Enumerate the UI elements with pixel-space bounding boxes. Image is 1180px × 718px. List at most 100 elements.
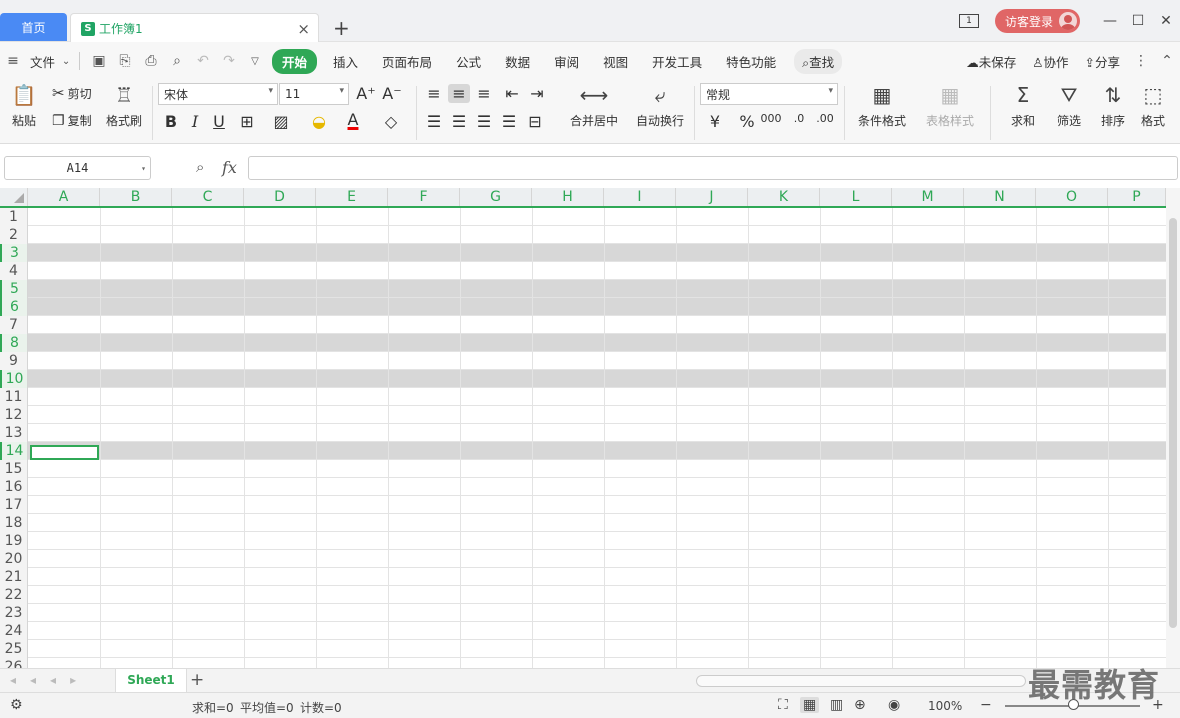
- column-header-c[interactable]: C: [172, 188, 244, 206]
- search-button[interactable]: ⌕查找: [794, 48, 843, 74]
- distributed-icon[interactable]: ⊟: [524, 112, 546, 131]
- tab-home[interactable]: 首页: [0, 13, 67, 41]
- close-window-icon[interactable]: ✕: [1152, 13, 1180, 29]
- column-header-d[interactable]: D: [244, 188, 316, 206]
- zoom-search-icon[interactable]: ⌕: [196, 158, 204, 176]
- row-header[interactable]: 14: [0, 442, 28, 460]
- menu-formula[interactable]: 公式: [444, 52, 493, 71]
- sum-button[interactable]: Σ 求和: [1004, 84, 1042, 129]
- table-row[interactable]: 1: [0, 208, 1166, 226]
- more-icon[interactable]: ⋮: [1128, 53, 1154, 69]
- copy-button[interactable]: ❐ 复制: [52, 112, 92, 129]
- row-header[interactable]: 26: [0, 658, 28, 668]
- table-row[interactable]: 15: [0, 460, 1166, 478]
- font-select[interactable]: 宋体 ▾: [158, 83, 278, 105]
- align-middle-icon[interactable]: ≡: [448, 84, 470, 103]
- row-header[interactable]: 8: [0, 334, 28, 352]
- clear-format-icon[interactable]: ◇: [380, 112, 402, 131]
- table-row[interactable]: 3: [0, 244, 1166, 262]
- fill-color-icon[interactable]: ◒: [308, 112, 330, 131]
- italic-button[interactable]: I: [184, 112, 206, 131]
- active-cell-a14[interactable]: [30, 445, 99, 460]
- table-row[interactable]: 22: [0, 586, 1166, 604]
- increase-font-icon[interactable]: A⁺: [355, 84, 377, 103]
- column-header-p[interactable]: P: [1108, 188, 1166, 206]
- menu-insert[interactable]: 插入: [321, 52, 370, 71]
- row-header[interactable]: 3: [0, 244, 28, 262]
- close-tab-icon[interactable]: ×: [297, 20, 310, 38]
- row-header[interactable]: 21: [0, 568, 28, 586]
- font-color-button[interactable]: A: [342, 110, 364, 129]
- column-header-h[interactable]: H: [532, 188, 604, 206]
- currency-button[interactable]: ¥: [704, 112, 726, 131]
- zoom-level[interactable]: 100%: [928, 699, 962, 713]
- print-icon[interactable]: ⎙: [138, 53, 164, 69]
- page-layout-view-icon[interactable]: ▥: [830, 697, 843, 713]
- minimize-icon[interactable]: —: [1096, 13, 1124, 29]
- table-row[interactable]: 14: [0, 442, 1166, 460]
- menu-review[interactable]: 审阅: [542, 52, 591, 71]
- collapse-ribbon-icon[interactable]: ⌃: [1154, 53, 1180, 69]
- cell-grid[interactable]: 26 25 24 23 22 21 20 19 18 17 16 15 14 13 12 11 10 9 8 7 6 5 4…: [0, 188, 1166, 668]
- indent-decrease-icon[interactable]: ⇤: [501, 84, 523, 103]
- row-header[interactable]: 6: [0, 298, 28, 316]
- hamburger-icon[interactable]: ≡: [0, 53, 26, 69]
- page-break-view-icon[interactable]: ⊕: [854, 697, 866, 713]
- name-box[interactable]: A14 ▾: [4, 156, 151, 180]
- menu-developer[interactable]: 开发工具: [640, 52, 714, 71]
- customize-icon[interactable]: ▽: [242, 56, 268, 67]
- add-sheet-button[interactable]: +: [190, 670, 204, 690]
- table-row[interactable]: 19: [0, 532, 1166, 550]
- table-row[interactable]: 6: [0, 298, 1166, 316]
- table-row[interactable]: 20: [0, 550, 1166, 568]
- column-header-o[interactable]: O: [1036, 188, 1108, 206]
- row-header[interactable]: 7: [0, 316, 28, 334]
- number-format-select[interactable]: 常规 ▾: [700, 83, 838, 105]
- row-header[interactable]: 22: [0, 586, 28, 604]
- align-bottom-icon[interactable]: ≡: [473, 84, 495, 103]
- percent-button[interactable]: %: [736, 112, 758, 131]
- menu-data[interactable]: 数据: [493, 52, 542, 71]
- tab-workbook[interactable]: S 工作簿1 ×: [70, 13, 319, 43]
- table-row[interactable]: 5: [0, 280, 1166, 298]
- align-center-icon[interactable]: ☰: [448, 112, 470, 131]
- undo-icon[interactable]: ↶: [190, 53, 216, 69]
- decrease-decimal-icon[interactable]: .00: [814, 112, 836, 125]
- table-row[interactable]: 13: [0, 424, 1166, 442]
- eye-protection-icon[interactable]: ◉: [888, 697, 900, 713]
- table-row[interactable]: 21: [0, 568, 1166, 586]
- share-button[interactable]: ⇪分享: [1077, 52, 1129, 71]
- table-row[interactable]: 17: [0, 496, 1166, 514]
- menu-view[interactable]: 视图: [591, 52, 640, 71]
- row-header[interactable]: 1: [0, 208, 28, 226]
- table-row[interactable]: 4: [0, 262, 1166, 280]
- menu-page-layout[interactable]: 页面布局: [370, 52, 444, 71]
- vertical-scrollbar[interactable]: [1166, 188, 1180, 668]
- new-tab-button[interactable]: +: [333, 16, 350, 40]
- collaborate-button[interactable]: ♙协作: [1024, 52, 1076, 71]
- underline-button[interactable]: U: [208, 112, 230, 131]
- align-right-icon[interactable]: ☰: [473, 112, 495, 131]
- table-row[interactable]: 16: [0, 478, 1166, 496]
- merge-center-button[interactable]: ⟷ 合并居中: [562, 84, 626, 129]
- macro-icon[interactable]: ⚙: [10, 697, 23, 713]
- row-header[interactable]: 25: [0, 640, 28, 658]
- table-row[interactable]: 8: [0, 334, 1166, 352]
- row-header[interactable]: 24: [0, 622, 28, 640]
- table-row[interactable]: 2: [0, 226, 1166, 244]
- table-row[interactable]: 25: [0, 640, 1166, 658]
- sort-button[interactable]: ⇅ 排序: [1094, 84, 1132, 129]
- row-header[interactable]: 5: [0, 280, 28, 298]
- zoom-out-icon[interactable]: −: [980, 697, 992, 713]
- justify-icon[interactable]: ☰: [498, 112, 520, 131]
- table-row[interactable]: 26: [0, 658, 1166, 668]
- table-row[interactable]: 9: [0, 352, 1166, 370]
- print-preview-icon[interactable]: ⌕: [164, 53, 190, 69]
- redo-icon[interactable]: ↷: [216, 53, 242, 69]
- menu-file[interactable]: 文件: [26, 52, 59, 71]
- column-header-n[interactable]: N: [964, 188, 1036, 206]
- formula-input[interactable]: [248, 156, 1178, 180]
- column-header-m[interactable]: M: [892, 188, 964, 206]
- sheet-tab-sheet1[interactable]: Sheet1: [115, 669, 187, 692]
- normal-view-icon[interactable]: ▦: [800, 697, 820, 713]
